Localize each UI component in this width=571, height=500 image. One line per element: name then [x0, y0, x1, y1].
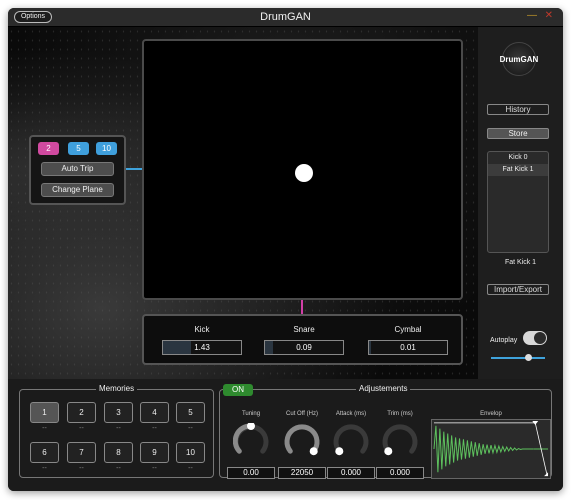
trim-value[interactable]: 0.000	[376, 467, 424, 479]
cymbal-value: 0.01	[400, 343, 416, 352]
memories-title: Memories	[96, 384, 138, 393]
adjustments-title: Adjustements	[356, 384, 411, 393]
change-plane-button[interactable]: Change Plane	[41, 183, 114, 197]
trim-knob[interactable]	[382, 423, 418, 459]
drumgan-window: Options DrumGAN — ✕ 2 5 10 Auto Trip Cha…	[8, 8, 563, 491]
history-button[interactable]: History	[487, 104, 549, 115]
envelope-display[interactable]	[431, 419, 551, 479]
memory-slot-4-status: --	[152, 425, 157, 432]
memory-slot-7[interactable]: 7	[67, 442, 96, 463]
chip-10[interactable]: 10	[96, 142, 117, 155]
kick-value-field[interactable]: 1.43	[162, 340, 242, 355]
instrument-params-panel: Kick 1.43 Snare 0.09 Cymbal 0.01	[142, 314, 463, 365]
memory-slot-8-status: --	[116, 465, 121, 472]
right-sidebar: DrumGAN History Store Kick 0 Fat Kick 1 …	[478, 27, 563, 379]
autoplay-toggle[interactable]	[523, 331, 547, 345]
drumgan-logo: DrumGAN	[500, 42, 538, 76]
memory-slot-4[interactable]: 4	[140, 402, 169, 423]
memory-slot-10[interactable]: 10	[176, 442, 205, 463]
kick-label: Kick	[194, 325, 210, 334]
kick-level-fill	[163, 341, 192, 354]
on-button[interactable]: ON	[223, 384, 253, 396]
memory-slot-1-status: --	[42, 425, 47, 432]
sampler-panel: 2 5 10 Auto Trip Change Plane	[29, 135, 126, 205]
plane-cursor-dot[interactable]	[295, 164, 313, 182]
preset-list[interactable]: Kick 0 Fat Kick 1	[487, 151, 549, 253]
memory-slot-8[interactable]: 8	[104, 442, 133, 463]
snare-level-fill	[265, 341, 273, 354]
snare-value: 0.09	[296, 343, 312, 352]
snare-value-field[interactable]: 0.09	[264, 340, 344, 355]
logo-text: DrumGAN	[499, 55, 539, 64]
cymbal-value-field[interactable]: 0.01	[368, 340, 448, 355]
envelop-label: Envelop	[480, 411, 502, 417]
list-item[interactable]: Kick 0	[488, 152, 548, 164]
sampler-link-line	[124, 168, 142, 170]
window-title: DrumGAN	[260, 11, 311, 23]
snare-label: Snare	[293, 325, 315, 334]
memories-group: Memories 1 -- 2 -- 3 -- 4 -- 5 -- 6 -- 7…	[19, 384, 214, 478]
adjustments-group: ON Adjustements Tuning 0.00 Cut Off (Hz)…	[219, 384, 552, 479]
attack-value[interactable]: 0.000	[327, 467, 375, 479]
cutoff-knob[interactable]	[284, 423, 320, 459]
import-export-button[interactable]: Import/Export	[487, 284, 549, 295]
memory-slot-5[interactable]: 5	[176, 402, 205, 423]
cymbal-level-fill	[369, 341, 372, 354]
autoplay-label: Autoplay	[490, 337, 518, 344]
bottom-panel: Memories 1 -- 2 -- 3 -- 4 -- 5 -- 6 -- 7…	[8, 379, 563, 491]
memory-slot-3[interactable]: 3	[104, 402, 133, 423]
list-item[interactable]: Fat Kick 1	[488, 164, 548, 176]
memory-slot-3-status: --	[116, 425, 121, 432]
memory-slot-2-status: --	[79, 425, 84, 432]
toggle-knob	[534, 332, 546, 344]
kick-value: 1.43	[194, 343, 210, 352]
memory-slot-6-status: --	[42, 465, 47, 472]
minimize-icon[interactable]: —	[527, 10, 537, 21]
memory-slot-2[interactable]: 2	[67, 402, 96, 423]
auto-trip-button[interactable]: Auto Trip	[41, 162, 114, 176]
memory-slot-10-status: --	[188, 465, 193, 472]
selected-preset-name: Fat Kick 1	[504, 259, 537, 266]
chip-2[interactable]: 2	[38, 142, 59, 155]
chip-5[interactable]: 5	[68, 142, 89, 155]
cutoff-value[interactable]: 22050	[278, 467, 326, 479]
tuning-value[interactable]: 0.00	[227, 467, 275, 479]
memory-slot-9[interactable]: 9	[140, 442, 169, 463]
attack-knob[interactable]	[333, 423, 369, 459]
cymbal-label: Cymbal	[394, 325, 422, 334]
latent-plane[interactable]	[142, 39, 463, 300]
memory-slot-1[interactable]: 1	[30, 402, 59, 423]
memory-slot-6[interactable]: 6	[30, 442, 59, 463]
speed-slider[interactable]	[491, 354, 545, 361]
close-icon[interactable]: ✕	[545, 10, 553, 21]
slider-handle[interactable]	[525, 354, 532, 361]
tuning-knob[interactable]	[233, 423, 269, 459]
title-bar: Options DrumGAN — ✕	[8, 8, 563, 27]
trim-label: Trim (ms)	[387, 411, 413, 417]
store-button[interactable]: Store	[487, 128, 549, 139]
memory-slot-9-status: --	[152, 465, 157, 472]
memory-slot-7-status: --	[79, 465, 84, 472]
memory-slot-5-status: --	[188, 425, 193, 432]
